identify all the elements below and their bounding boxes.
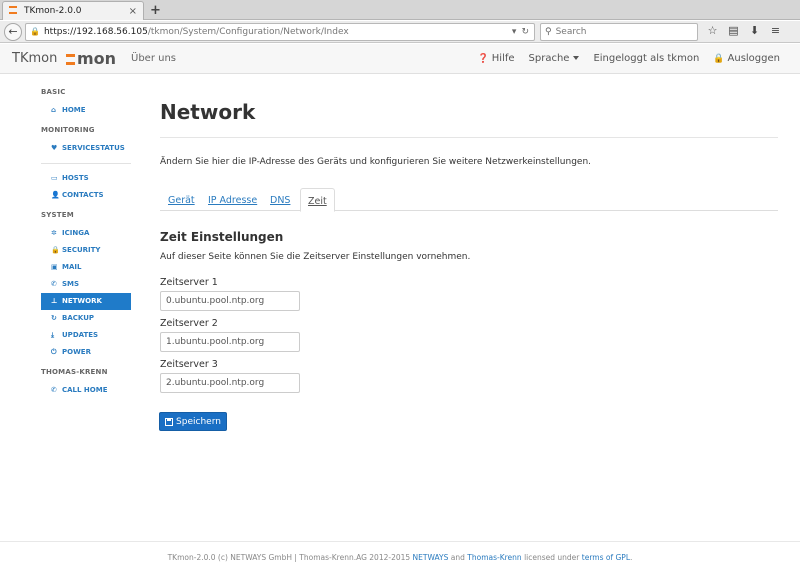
- sidebar-item-power[interactable]: ⏻ POWER: [41, 344, 131, 361]
- logged-in-user: Eingeloggt als tkmon: [593, 53, 700, 64]
- tab-dns[interactable]: DNS: [270, 188, 290, 211]
- sidebar-section-basic: BASIC: [41, 88, 66, 96]
- browser-tab[interactable]: TKmon-2.0.0 ×: [2, 1, 144, 20]
- lock-icon: 🔒: [51, 246, 60, 254]
- tkmon-favicon-icon: [9, 6, 19, 16]
- inbox-icon: ▣: [51, 263, 58, 271]
- phone-icon: ✆: [51, 280, 57, 288]
- timeserver-3-label: Zeitserver 3: [160, 359, 218, 370]
- sidebar-item-security[interactable]: 🔒 SECURITY: [41, 242, 131, 259]
- dropdown-arrow-icon[interactable]: ▾: [512, 24, 517, 40]
- timeserver-1-label: Zeitserver 1: [160, 277, 218, 288]
- download-icon[interactable]: ⬇: [748, 24, 761, 37]
- page-intro: Ändern Sie hier die IP-Adresse des Gerät…: [160, 157, 592, 167]
- timeserver-1-input[interactable]: [160, 291, 300, 311]
- power-icon: ⏻: [51, 348, 57, 356]
- search-icon: ⚲: [545, 27, 552, 37]
- sidebar-section-system: SYSTEM: [41, 211, 74, 219]
- sidebar-item-icinga[interactable]: ✲ ICINGA: [41, 225, 131, 242]
- app-header: TKmon mon Über uns ❓ Hilfe Sprache Eingel…: [0, 44, 800, 74]
- url-text: https://192.168.56.105/tkmon/System/Conf…: [43, 27, 349, 37]
- new-tab-button[interactable]: +: [150, 3, 161, 18]
- sidebar-section-thomas-krenn: THOMAS-KRENN: [41, 368, 108, 376]
- timeserver-2-input[interactable]: [160, 332, 300, 352]
- language-dropdown[interactable]: Sprache: [529, 53, 580, 64]
- floppy-disk-icon: [165, 417, 174, 426]
- tab-geraet[interactable]: Gerät: [168, 188, 195, 211]
- help-link[interactable]: ❓ Hilfe: [478, 53, 515, 64]
- sidebar-section-monitoring: MONITORING: [41, 126, 95, 134]
- tab-ip-adresse[interactable]: IP Adresse: [208, 188, 257, 211]
- caret-down-icon: [573, 56, 580, 60]
- page-title: Network: [160, 100, 256, 124]
- browser-tab-bar: TKmon-2.0.0 × +: [0, 0, 800, 20]
- reading-list-icon[interactable]: ▤: [727, 24, 740, 37]
- network-icon: ⊥: [51, 297, 58, 305]
- lock-icon: 🔒: [713, 54, 725, 64]
- reload-icon[interactable]: ↻: [521, 24, 529, 40]
- header-nav-right: ❓ Hilfe Sprache Eingeloggt als tkmon 🔒 Aus…: [478, 53, 780, 64]
- sidebar-item-mail[interactable]: ▣ MAIL: [41, 259, 131, 276]
- menu-icon[interactable]: ≡: [769, 24, 782, 37]
- tkmon-logo: mon: [66, 49, 116, 68]
- sidebar-item-call-home[interactable]: ✆ CALL HOME: [41, 382, 131, 399]
- browser-search-input[interactable]: ⚲ Search: [540, 23, 698, 41]
- refresh-icon: ↻: [51, 314, 57, 322]
- sidebar-item-backup[interactable]: ↻ BACKUP: [41, 310, 131, 327]
- logout-link[interactable]: 🔒 Ausloggen: [713, 53, 780, 64]
- footer: TKmon-2.0.0 (c) NETWAYS GmbH | Thomas-Kr…: [167, 553, 633, 562]
- timeserver-3-input[interactable]: [160, 373, 300, 393]
- sidebar-item-network[interactable]: ⊥ NETWORK: [41, 293, 131, 310]
- logo-mark-icon: [66, 52, 76, 66]
- network-tabs: Gerät IP Adresse DNS Zeit: [160, 188, 778, 212]
- close-tab-icon[interactable]: ×: [129, 6, 137, 17]
- thomas-krenn-link[interactable]: Thomas-Krenn: [467, 553, 521, 562]
- browser-toolbar-icons: ☆ ▤ ⬇ ≡: [706, 24, 782, 37]
- monitor-icon: ▭: [51, 174, 58, 182]
- sidebar-item-sms[interactable]: ✆ SMS: [41, 276, 131, 293]
- section-description: Auf dieser Seite können Sie die Zeitserv…: [160, 252, 471, 262]
- help-icon: ❓: [477, 54, 489, 64]
- sidebar: BASIC ⌂ HOME MONITORING ♥ SERVICESTATUS ▭ H…: [41, 88, 131, 399]
- browser-nav-bar: ← 🔒 https://192.168.56.105/tkmon/System/…: [0, 21, 800, 43]
- save-button[interactable]: Speichern: [159, 412, 227, 431]
- gpl-link[interactable]: terms of GPL: [582, 553, 630, 562]
- download-icon: ⤓: [51, 331, 55, 339]
- section-title: Zeit Einstellungen: [160, 230, 284, 244]
- browser-tab-title: TKmon-2.0.0: [24, 6, 82, 16]
- user-icon: 👤: [51, 191, 60, 199]
- icinga-icon: ✲: [51, 229, 57, 237]
- home-icon: ⌂: [51, 106, 57, 114]
- netways-link[interactable]: NETWAYS: [413, 553, 449, 562]
- sidebar-item-home[interactable]: ⌂ HOME: [41, 102, 131, 119]
- title-divider: [160, 137, 778, 138]
- about-link[interactable]: Über uns: [131, 53, 176, 64]
- lock-info-icon[interactable]: 🔒: [30, 24, 40, 40]
- timeserver-2-label: Zeitserver 2: [160, 318, 218, 329]
- footer-divider: [0, 541, 800, 542]
- brand-name[interactable]: TKmon: [12, 51, 57, 66]
- sidebar-item-updates[interactable]: ⤓ UPDATES: [41, 327, 131, 344]
- back-arrow-icon[interactable]: ←: [4, 23, 22, 41]
- tab-zeit[interactable]: Zeit: [300, 188, 335, 212]
- bookmark-star-icon[interactable]: ☆: [706, 24, 719, 37]
- phone-icon: ✆: [51, 386, 57, 394]
- sidebar-item-hosts[interactable]: ▭ HOSTS: [41, 170, 131, 187]
- sidebar-item-contacts[interactable]: 👤 CONTACTS: [41, 187, 131, 204]
- heart-icon: ♥: [51, 144, 58, 152]
- sidebar-item-servicestatus[interactable]: ♥ SERVICESTATUS: [41, 140, 131, 157]
- url-bar[interactable]: 🔒 https://192.168.56.105/tkmon/System/Co…: [25, 23, 535, 41]
